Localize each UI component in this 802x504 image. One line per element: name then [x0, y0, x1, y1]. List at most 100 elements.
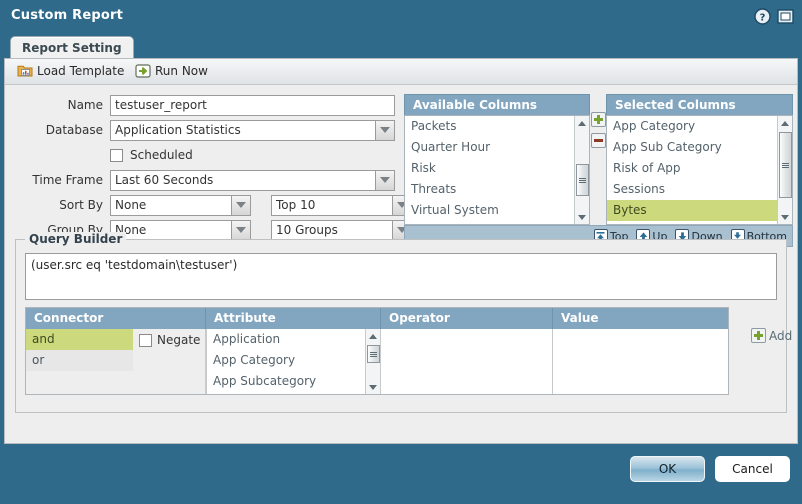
scrollbar-thumb[interactable]: [367, 345, 380, 363]
list-item[interactable]: Virtual System: [405, 200, 589, 221]
scheduled-checkbox[interactable]: [110, 148, 123, 162]
time-frame-select[interactable]: Last 60 Seconds: [110, 169, 395, 191]
list-item[interactable]: Risk of App: [607, 158, 792, 179]
add-label: Add: [769, 328, 793, 343]
scheduled-label: Scheduled: [130, 148, 193, 162]
restore-window-icon[interactable]: [777, 8, 794, 25]
sort-by-label: Sort By: [59, 198, 103, 212]
query-builder-group: Query Builder (user.src eq 'testdomain\t…: [15, 232, 792, 413]
attribute-list[interactable]: Application App Category App Subcategory: [206, 329, 380, 394]
scroll-down-icon[interactable]: [575, 210, 589, 224]
list-item[interactable]: Packets: [405, 116, 589, 137]
chevron-down-icon: [232, 194, 251, 216]
selected-columns-panel: Selected Columns App Category App Sub Ca…: [606, 94, 793, 225]
folder-chart-icon: [17, 63, 33, 79]
connector-option-and[interactable]: and: [26, 329, 133, 350]
attribute-cell: Application App Category App Subcategory: [206, 329, 381, 394]
attribute-scrollbar[interactable]: [365, 329, 380, 394]
title-bar-icons: ?: [754, 8, 794, 25]
scrollbar-thumb[interactable]: [779, 132, 792, 198]
field-row-scheduled: Scheduled: [5, 144, 193, 166]
add-condition-button[interactable]: Add: [751, 328, 792, 343]
selected-columns-list[interactable]: App Category App Sub Category Risk of Ap…: [606, 115, 793, 225]
load-template-label: Load Template: [37, 64, 125, 78]
grip-icon: [579, 177, 586, 184]
column-header-value: Value: [553, 308, 728, 329]
query-expression-input[interactable]: (user.src eq 'testdomain\testuser'): [25, 253, 777, 300]
grip-icon: [370, 351, 377, 358]
connector-option-or[interactable]: or: [26, 350, 133, 371]
negate-control[interactable]: Negate: [139, 333, 200, 347]
scrollbar-thumb[interactable]: [576, 164, 589, 196]
group-by-value: None: [110, 219, 232, 241]
field-row-database: Database Application Statistics: [5, 119, 395, 141]
dialog-body: Load Template Run Now Name testuser_repo…: [4, 58, 798, 444]
list-item[interactable]: Sessions: [607, 179, 792, 200]
sort-by-select[interactable]: None: [110, 194, 251, 216]
group-by-select[interactable]: None: [110, 219, 251, 241]
database-label: Database: [45, 123, 103, 137]
scroll-up-icon[interactable]: [575, 116, 589, 130]
scroll-up-icon[interactable]: [366, 329, 380, 343]
load-template-button[interactable]: Load Template: [17, 63, 124, 79]
run-now-button[interactable]: Run Now: [135, 63, 208, 79]
dialog-title-bar: Custom Report ?: [0, 0, 802, 34]
list-item[interactable]: App Subcategory: [207, 371, 380, 392]
dialog-title: Custom Report: [11, 8, 124, 23]
chevron-down-icon: [376, 119, 395, 141]
time-frame-value: Last 60 Seconds: [110, 169, 376, 191]
connector-cell: and or Negate: [26, 329, 206, 394]
list-item-selected[interactable]: Bytes: [607, 200, 792, 221]
connector-list[interactable]: and or: [26, 329, 133, 371]
query-builder-legend: Query Builder: [25, 232, 127, 246]
run-now-label: Run Now: [155, 64, 208, 78]
selected-columns-header: Selected Columns: [606, 94, 793, 115]
name-input[interactable]: testuser_report: [110, 94, 395, 116]
available-columns-scrollbar[interactable]: [574, 116, 589, 224]
sort-top-value: Top 10: [271, 194, 393, 216]
group-count-select[interactable]: 10 Groups: [271, 219, 412, 241]
field-row-sort-by: Sort By None Top 10: [5, 194, 412, 216]
scroll-down-icon[interactable]: [778, 210, 792, 224]
plus-box-icon: [751, 328, 766, 343]
negate-checkbox[interactable]: [139, 333, 152, 347]
scroll-up-icon[interactable]: [778, 116, 792, 130]
group-count-value: 10 Groups: [271, 219, 393, 241]
list-item[interactable]: Risk: [405, 158, 589, 179]
dialog-footer: OK Cancel: [0, 444, 802, 504]
query-conditions-table: Connector Attribute Operator Value and o…: [25, 307, 729, 395]
tab-report-setting[interactable]: Report Setting: [10, 36, 134, 59]
chevron-down-icon: [232, 219, 251, 241]
scroll-down-icon[interactable]: [366, 380, 380, 394]
transfer-buttons: [591, 112, 606, 148]
sort-top-select[interactable]: Top 10: [271, 194, 412, 216]
list-item[interactable]: Threats: [405, 179, 589, 200]
available-columns-list[interactable]: Packets Quarter Hour Risk Threats Virtua…: [404, 115, 590, 225]
list-item[interactable]: Quarter Hour: [405, 137, 589, 158]
field-row-name: Name testuser_report: [5, 94, 395, 116]
list-item[interactable]: App Sub Category: [607, 137, 792, 158]
plus-box-icon[interactable]: [591, 112, 606, 127]
cancel-button[interactable]: Cancel: [715, 456, 790, 482]
arrow-right-icon: [135, 63, 151, 79]
sort-by-value: None: [110, 194, 232, 216]
ok-button[interactable]: OK: [630, 456, 705, 482]
column-header-connector: Connector: [26, 308, 206, 329]
database-select[interactable]: Application Statistics: [110, 119, 395, 141]
value-cell[interactable]: [553, 329, 728, 394]
database-value: Application Statistics: [110, 119, 376, 141]
svg-text:?: ?: [760, 12, 766, 23]
chevron-down-icon: [376, 169, 395, 191]
minus-box-icon[interactable]: [591, 133, 606, 148]
field-row-time-frame: Time Frame Last 60 Seconds: [5, 169, 395, 191]
operator-cell[interactable]: [381, 329, 553, 394]
column-header-attribute: Attribute: [206, 308, 381, 329]
help-circle-icon[interactable]: ?: [754, 8, 771, 25]
tab-strip: Report Setting: [0, 34, 802, 59]
list-item[interactable]: App Category: [607, 116, 792, 137]
selected-columns-scrollbar[interactable]: [777, 116, 792, 224]
time-frame-label: Time Frame: [32, 173, 103, 187]
list-item[interactable]: App Category: [207, 350, 380, 371]
list-item[interactable]: Application: [207, 329, 380, 350]
available-columns-header: Available Columns: [404, 94, 590, 115]
